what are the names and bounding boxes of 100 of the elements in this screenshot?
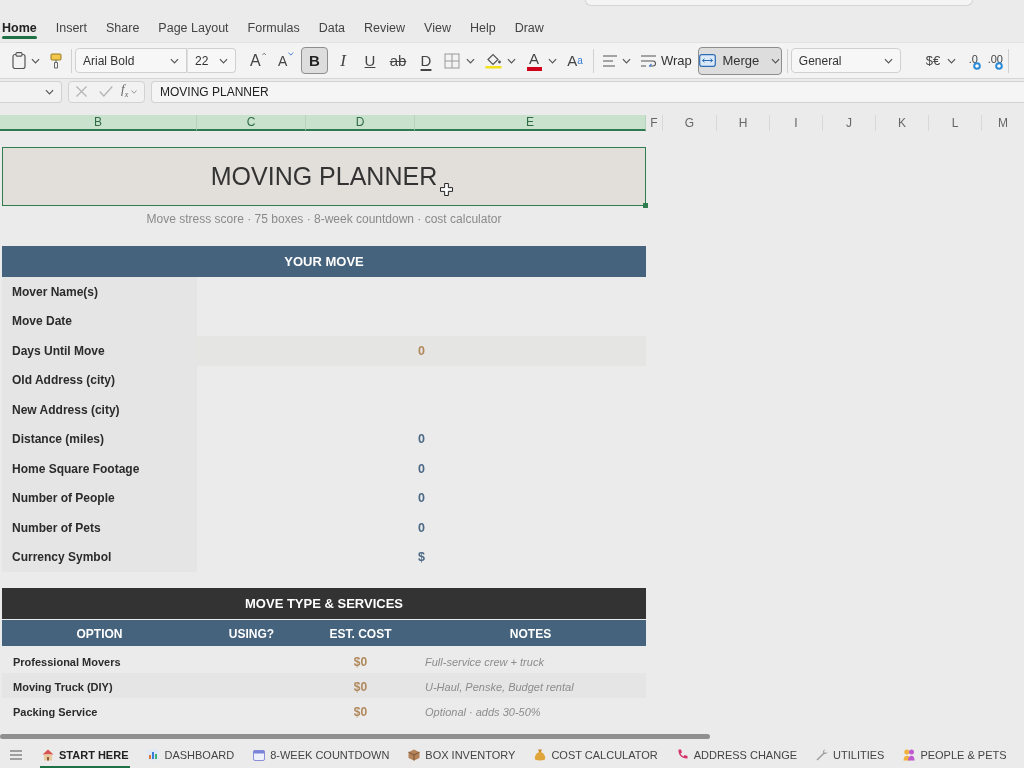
insert-function-button[interactable]: f$_{x}$ <box>121 81 129 102</box>
ribbon-tab[interactable]: Share <box>106 7 140 42</box>
ribbon-tab[interactable]: Home <box>2 7 37 42</box>
ribbon-tab[interactable]: Review <box>364 7 406 42</box>
sheet-tab[interactable]: BOX INVENTORY <box>406 742 518 768</box>
font-size-dropdown[interactable]: 22 <box>187 48 236 73</box>
ribbon-tab[interactable]: View <box>424 7 451 42</box>
column-header[interactable]: G <box>663 115 717 131</box>
number-format-dropdown[interactable]: General <box>790 48 901 73</box>
column-header[interactable]: I <box>770 115 823 131</box>
decrease-decimal-button[interactable]: .00 <box>986 49 1005 72</box>
fill-handle[interactable] <box>643 203 648 208</box>
chevron-down-icon[interactable] <box>947 57 957 64</box>
field-label: Old Address (city) <box>2 365 197 395</box>
increase-decimal-button[interactable]: .0 <box>964 49 983 72</box>
ribbon-tab[interactable]: Page Layout <box>158 7 229 42</box>
section-heading: MOVE TYPE & SERVICES <box>2 588 646 619</box>
currency-button[interactable]: $€ <box>922 47 944 74</box>
sheet-title: MOVING PLANNER <box>210 162 438 191</box>
column-header[interactable]: M <box>982 115 1024 131</box>
column-header[interactable]: F <box>646 115 663 131</box>
field-label: Move Date <box>2 306 197 336</box>
sheet-tab[interactable]: START HERE <box>40 742 131 768</box>
sheet-tab[interactable]: DASHBOARD <box>145 742 237 768</box>
chevron-down-icon[interactable] <box>548 57 557 64</box>
column-header[interactable]: E <box>415 115 646 131</box>
column-header[interactable]: K <box>876 115 929 131</box>
column-header[interactable]: D <box>306 115 415 131</box>
shrink-font-button[interactable]: A <box>274 47 298 74</box>
sheet-tab[interactable]: 8-WEEK COUNTDOWN <box>251 742 392 768</box>
option-label: Professional Movers <box>13 655 121 668</box>
option-label: Moving Truck (DIY) <box>13 680 113 693</box>
grow-font-button[interactable]: A <box>246 47 270 74</box>
input-value: 0 <box>418 432 425 447</box>
column-header[interactable]: H <box>717 115 770 131</box>
paintbrush-icon[interactable] <box>50 52 62 69</box>
chevron-down-icon[interactable] <box>507 57 516 64</box>
field-label: Distance (miles) <box>2 424 197 454</box>
field-label: Number of People <box>2 483 197 513</box>
computed-value-cell: 0 <box>197 336 646 366</box>
sheet-tab[interactable]: COST CALCULATOR <box>532 742 660 768</box>
bar-chart-icon <box>147 749 160 761</box>
subtitle: Move stress score · 75 boxes · 8-week countdown · cost calculator <box>146 212 502 226</box>
title-cell[interactable]: MOVING PLANNER <box>2 147 646 206</box>
sheet-tab[interactable]: ADDRESS CHANGE <box>674 742 800 768</box>
ribbon-tab[interactable]: Data <box>318 7 346 42</box>
scrollbar-thumb[interactable] <box>0 733 710 739</box>
wrap-text-button[interactable]: Wrap <box>637 47 695 74</box>
bold-button[interactable]: B <box>301 47 328 74</box>
ribbon-tab[interactable]: Help <box>469 7 496 42</box>
people-icon <box>903 749 916 761</box>
wrap-text-icon <box>640 54 657 67</box>
chevron-down-icon[interactable] <box>622 57 631 64</box>
note-text: Full-service crew + truck <box>425 655 544 668</box>
ribbon-tab[interactable]: Formulas <box>247 7 300 42</box>
check-icon[interactable] <box>99 86 113 97</box>
font-name-dropdown[interactable]: Arial Bold <box>75 48 187 73</box>
search-field[interactable] <box>585 0 973 6</box>
column-header[interactable]: B <box>0 115 197 131</box>
clipboard-icon[interactable] <box>12 52 26 69</box>
ribbon-tab[interactable]: Insert <box>55 7 87 42</box>
field-label: New Address (city) <box>2 395 197 425</box>
chevron-down-icon[interactable] <box>31 57 40 64</box>
underline-button[interactable]: U <box>358 47 382 74</box>
chevron-down-icon[interactable] <box>170 57 179 64</box>
caret-down-icon <box>288 52 294 56</box>
chevron-down-icon[interactable] <box>219 57 228 64</box>
paint-bucket-icon[interactable] <box>485 52 502 69</box>
sheet-tab[interactable]: PEOPLE & PETS <box>901 742 1009 768</box>
italic-button[interactable]: I <box>331 47 355 74</box>
formula-input[interactable]: MOVING PLANNER <box>151 80 1024 103</box>
sheet-tab[interactable]: UTILITIES <box>814 742 887 768</box>
double-underline-button[interactable]: D <box>414 47 438 74</box>
column-heading: EST. COST <box>329 627 392 641</box>
merge-cells-icon <box>699 54 717 67</box>
chevron-down-icon[interactable] <box>45 88 54 95</box>
wrench-icon <box>816 749 829 761</box>
cost-value: $0 <box>353 654 368 669</box>
chevron-down-icon[interactable] <box>883 57 893 64</box>
ring-icon <box>973 61 982 70</box>
column-header[interactable]: J <box>823 115 876 131</box>
chevron-down-icon[interactable] <box>771 57 781 64</box>
column-header[interactable]: L <box>929 115 982 131</box>
column-heading: USING? <box>228 627 275 641</box>
cost-value: $0 <box>353 679 368 694</box>
column-header[interactable]: C <box>197 115 306 131</box>
ribbon-tab[interactable]: Draw <box>514 7 544 42</box>
calendar-icon <box>253 749 266 761</box>
input-value: $ <box>418 550 425 565</box>
input-value: 0 <box>418 520 425 535</box>
chevron-down-icon[interactable] <box>466 57 475 64</box>
strikethrough-button[interactable]: ab <box>386 47 410 74</box>
input-value: 0 <box>418 491 425 506</box>
superscript-button[interactable]: A$^{a}$ <box>565 47 585 74</box>
font-color-button[interactable]: A <box>525 47 543 74</box>
field-label: Number of Pets <box>2 513 197 543</box>
merge-button[interactable]: Merge <box>697 46 782 75</box>
field-label: Days Until Move <box>2 336 197 366</box>
column-heading: NOTES <box>509 627 552 641</box>
option-label: Packing Service <box>13 705 98 718</box>
